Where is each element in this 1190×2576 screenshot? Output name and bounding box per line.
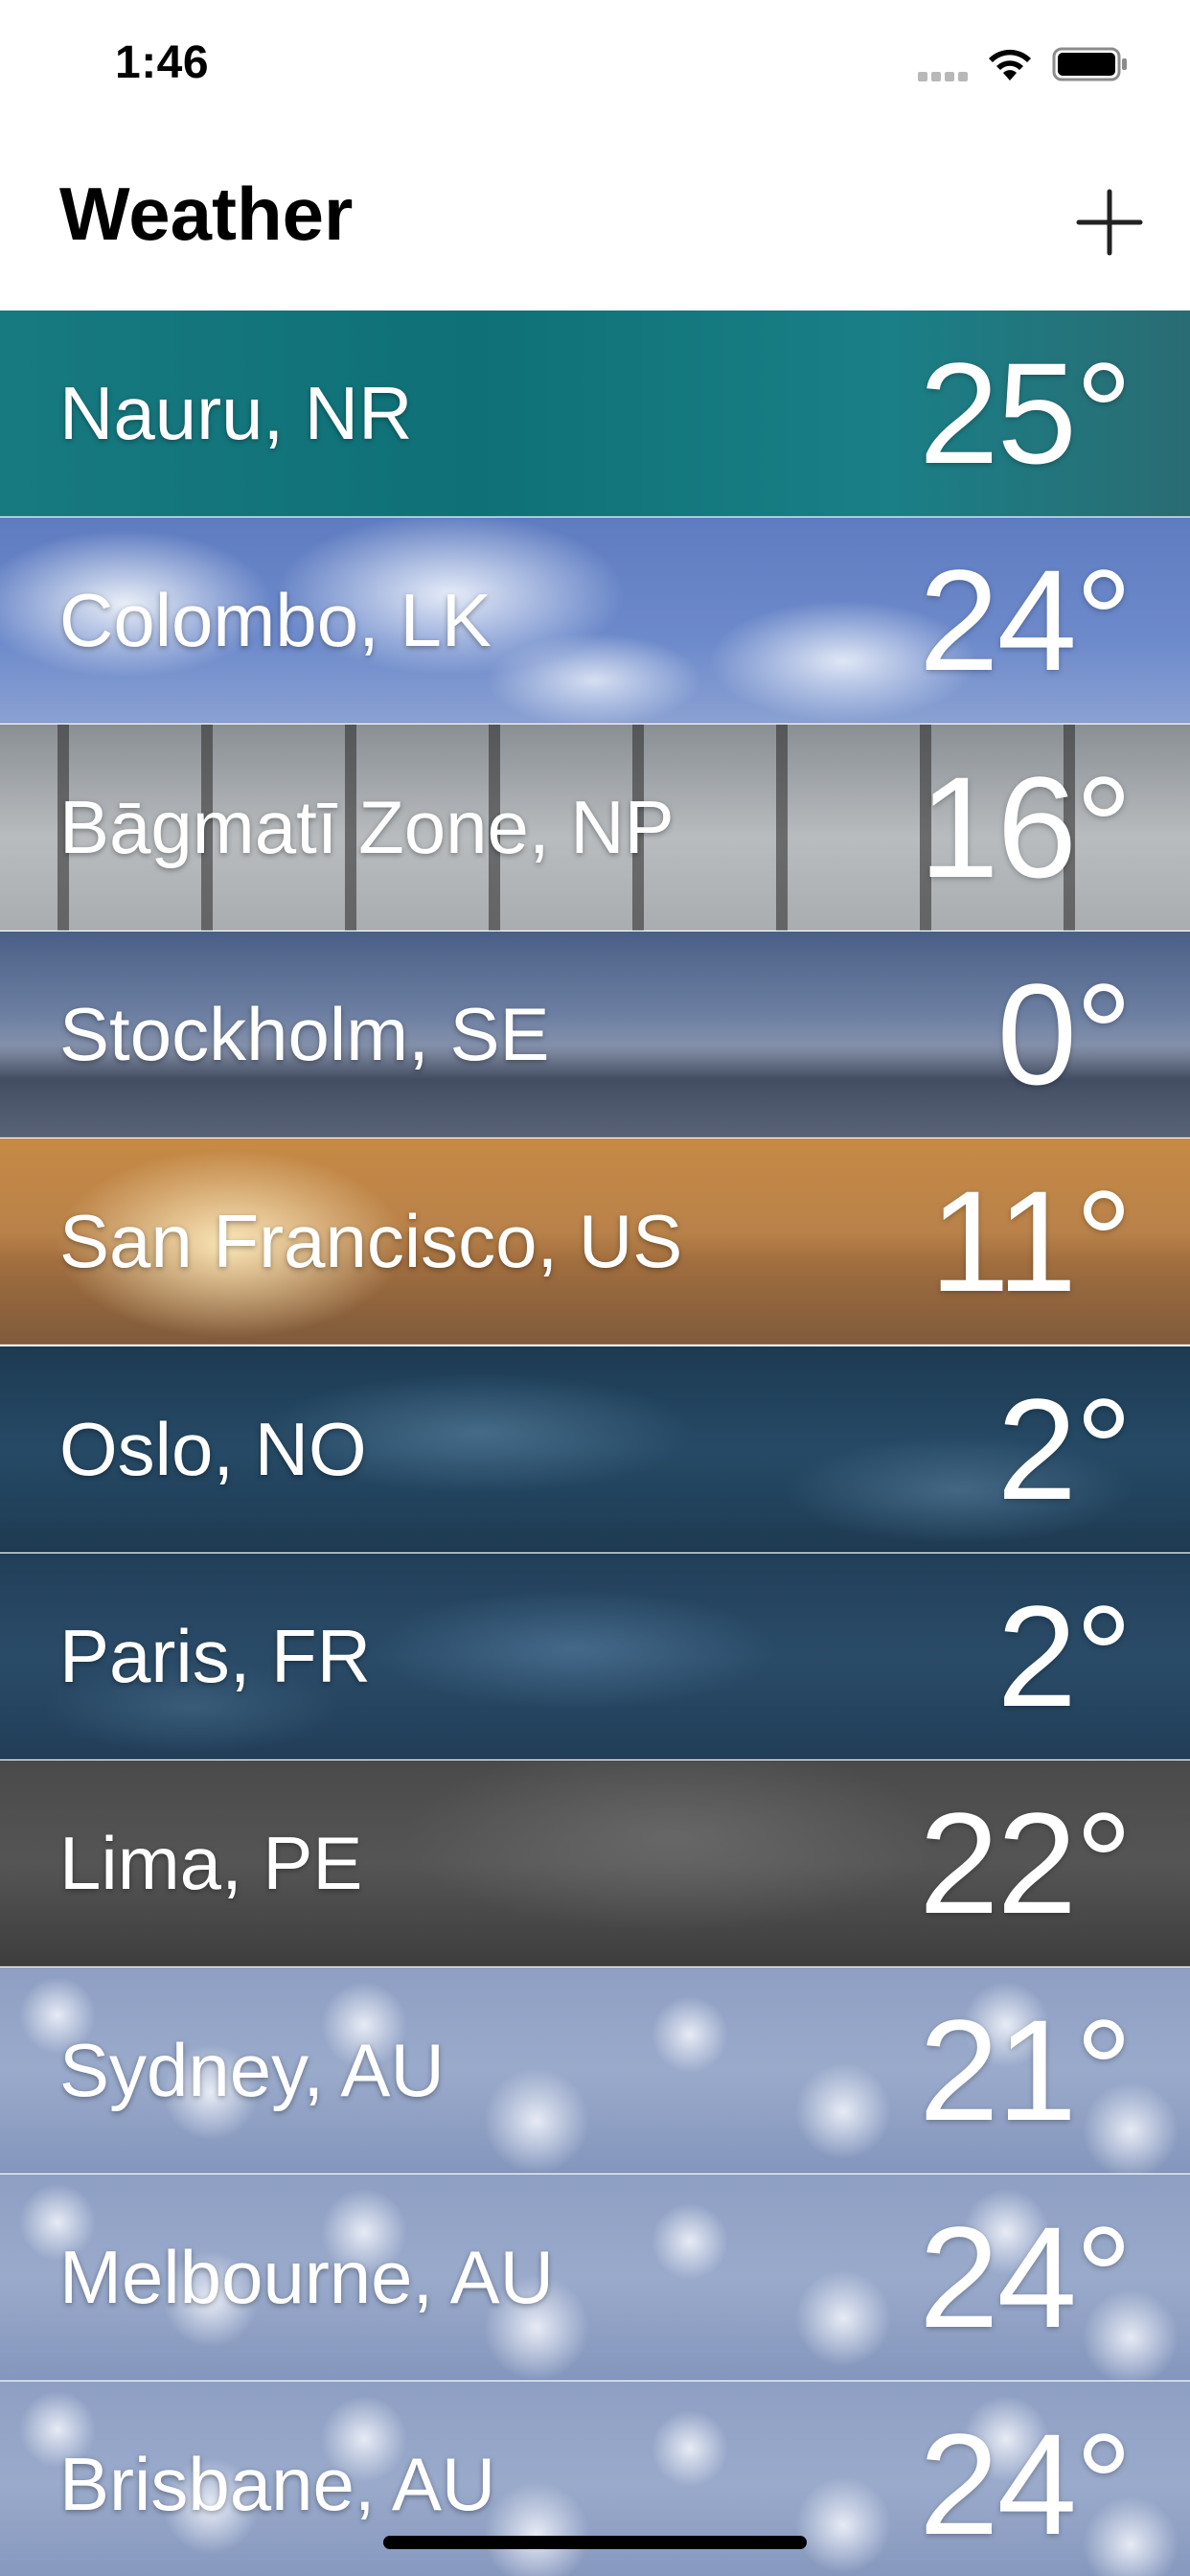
city-name: Bāgmatī Zone, NP — [59, 785, 675, 869]
home-indicator — [383, 2536, 807, 2549]
city-row[interactable]: Stockholm, SE 0° — [0, 932, 1190, 1138]
city-name: Lima, PE — [59, 1821, 363, 1905]
city-row[interactable]: San Francisco, US 11° — [0, 1138, 1190, 1345]
city-temperature: 25° — [919, 333, 1133, 494]
wifi-icon — [989, 49, 1031, 80]
city-temperature: 11° — [929, 1161, 1133, 1322]
city-temperature: 24° — [919, 2196, 1133, 2358]
city-name: Nauru, NR — [59, 371, 413, 455]
city-temperature: 2° — [996, 1368, 1133, 1530]
battery-icon — [1052, 47, 1127, 81]
city-temperature: 24° — [919, 540, 1133, 701]
weather-screen: 1:46 Weather Nauru, NR 25° Colombo, LK 24° B… — [0, 0, 1190, 2576]
city-list: Nauru, NR 25° Colombo, LK 24° Bāgmatī Zone, … — [0, 310, 1190, 2576]
city-name: Paris, FR — [59, 1614, 372, 1698]
city-row[interactable]: Colombo, LK 24° — [0, 518, 1190, 724]
city-name: Sydney, AU — [59, 2028, 445, 2112]
city-temperature: 2° — [996, 1576, 1133, 1736]
city-name: San Francisco, US — [59, 1199, 683, 1283]
city-temperature: 0° — [996, 954, 1133, 1115]
city-row[interactable]: Oslo, NO 2° — [0, 1346, 1190, 1552]
signal-icon — [918, 69, 973, 81]
status-bar: 1:46 — [0, 0, 1190, 125]
city-row[interactable]: Lima, PE 22° — [0, 1760, 1190, 1966]
city-temperature: 22° — [919, 1782, 1133, 1944]
city-temperature: 16° — [919, 747, 1133, 908]
city-row[interactable]: Sydney, AU 21° — [0, 1967, 1190, 2174]
city-row[interactable]: Nauru, NR 25° — [0, 310, 1190, 517]
city-name: Colombo, LK — [59, 578, 492, 662]
city-name: Stockholm, SE — [59, 992, 550, 1076]
city-temperature: 24° — [919, 2404, 1133, 2564]
page-title: Weather — [59, 172, 354, 256]
city-temperature: 21° — [919, 1990, 1133, 2150]
city-name: Melbourne, AU — [59, 2235, 554, 2319]
status-time: 1:46 — [115, 37, 210, 88]
city-row[interactable]: Melbourne, AU 24° — [0, 2174, 1190, 2380]
city-name: Oslo, NO — [59, 1407, 367, 1491]
plus-icon[interactable] — [1071, 184, 1148, 261]
city-row[interactable]: Bāgmatī Zone, NP 16° — [0, 724, 1190, 931]
city-row[interactable]: Paris, FR 2° — [0, 1553, 1190, 1760]
nav-header: Weather — [0, 125, 1190, 310]
